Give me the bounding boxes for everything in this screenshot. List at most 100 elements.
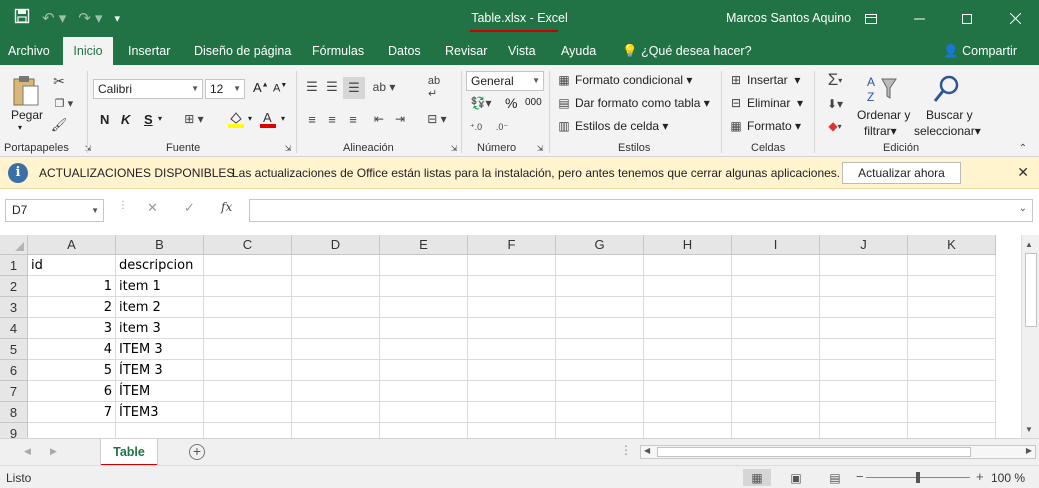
cell-I3[interactable]	[732, 297, 820, 318]
cell-E2[interactable]	[380, 276, 468, 297]
cell-J3[interactable]	[820, 297, 908, 318]
format-painter-icon[interactable]: 🖌	[50, 116, 68, 134]
align-left-icon[interactable]: ≡	[302, 110, 322, 128]
cell-A8[interactable]: 7	[28, 402, 116, 423]
cell-F6[interactable]	[468, 360, 556, 381]
cell-E6[interactable]	[380, 360, 468, 381]
wrap-text-icon[interactable]: ab ↵	[423, 75, 445, 100]
merge-center-icon[interactable]: ⊟ ▾	[422, 110, 452, 128]
cell-C4[interactable]	[204, 318, 292, 339]
cell-G4[interactable]	[556, 318, 644, 339]
cell-G8[interactable]	[556, 402, 644, 423]
add-sheet-icon[interactable]: +	[189, 444, 205, 460]
number-format-combo[interactable]: General ▼	[466, 71, 544, 91]
cell-D7[interactable]	[292, 381, 380, 402]
cell-E5[interactable]	[380, 339, 468, 360]
cell-E9[interactable]	[380, 423, 468, 438]
cell-I1[interactable]	[732, 255, 820, 276]
scroll-up-icon[interactable]: ▲	[1025, 240, 1033, 249]
find-select-icon[interactable]	[930, 71, 964, 107]
format-cells-button[interactable]: Formato ▾	[747, 119, 801, 133]
column-header[interactable]: E	[380, 235, 468, 255]
cell-B2[interactable]: item 1	[116, 276, 204, 297]
cell-J9[interactable]	[820, 423, 908, 438]
cell-D3[interactable]	[292, 297, 380, 318]
bold-button[interactable]: N	[100, 112, 109, 127]
cell-E4[interactable]	[380, 318, 468, 339]
share-button[interactable]: 👤 Compartir	[943, 37, 1017, 65]
confirm-entry-icon[interactable]: ✓	[184, 200, 195, 216]
cell-I8[interactable]	[732, 402, 820, 423]
name-box[interactable]: D7 ▼	[5, 199, 104, 222]
page-break-view-icon[interactable]: ▤	[821, 469, 849, 486]
column-header[interactable]: D	[292, 235, 380, 255]
cell-F3[interactable]	[468, 297, 556, 318]
borders-icon[interactable]: ⊞ ▾	[180, 110, 208, 128]
thousands-button[interactable]: 000	[525, 97, 542, 108]
tab-ayuda[interactable]: Ayuda	[553, 37, 604, 65]
decrease-decimal-icon[interactable]: .0⁻	[492, 117, 512, 137]
cell-K7[interactable]	[908, 381, 996, 402]
align-top-icon[interactable]: ☰	[302, 78, 322, 96]
font-launcher-icon[interactable]: ⇲	[283, 143, 293, 153]
infobar-close-icon[interactable]: ✕	[1017, 164, 1029, 181]
scroll-left-icon[interactable]: ◀	[644, 446, 650, 455]
cell-K5[interactable]	[908, 339, 996, 360]
cell-F9[interactable]	[468, 423, 556, 438]
row-header[interactable]: 5	[0, 339, 28, 360]
page-layout-view-icon[interactable]: ▣	[782, 469, 810, 486]
row-header[interactable]: 8	[0, 402, 28, 423]
cell-C3[interactable]	[204, 297, 292, 318]
insert-function-icon[interactable]: fx	[221, 200, 232, 214]
cell-D9[interactable]	[292, 423, 380, 438]
cell-F5[interactable]	[468, 339, 556, 360]
tab-datos[interactable]: Datos	[380, 37, 429, 65]
paste-dropdown-icon[interactable]: ▾	[18, 123, 22, 132]
formula-input[interactable]: ⌄	[249, 199, 1033, 222]
percent-button[interactable]: %	[505, 95, 517, 111]
cell-J6[interactable]	[820, 360, 908, 381]
user-name[interactable]: Marcos Santos Aquino	[726, 11, 851, 25]
cell-H1[interactable]	[644, 255, 732, 276]
row-header[interactable]: 1	[0, 255, 28, 276]
cell-I6[interactable]	[732, 360, 820, 381]
underline-dropdown-icon[interactable]: ▾	[158, 114, 162, 123]
decrease-font-icon[interactable]: A▼	[273, 82, 287, 95]
normal-view-icon[interactable]: ▦	[743, 469, 771, 486]
cell-A6[interactable]: 5	[28, 360, 116, 381]
cell-C6[interactable]	[204, 360, 292, 381]
font-color-icon[interactable]: A	[258, 109, 278, 129]
cell-H7[interactable]	[644, 381, 732, 402]
alignment-launcher-icon[interactable]: ⇲	[449, 143, 459, 153]
cell-B1[interactable]: descripcion	[116, 255, 204, 276]
column-header[interactable]: I	[732, 235, 820, 255]
decrease-indent-icon[interactable]: ⇤	[369, 110, 389, 128]
cell-J4[interactable]	[820, 318, 908, 339]
paste-label[interactable]: Pegar	[11, 108, 43, 122]
cell-G6[interactable]	[556, 360, 644, 381]
cell-G7[interactable]	[556, 381, 644, 402]
column-header[interactable]: J	[820, 235, 908, 255]
cell-G5[interactable]	[556, 339, 644, 360]
vertical-scroll-thumb[interactable]	[1025, 253, 1037, 327]
insert-cells-button[interactable]: Insertar ▾	[747, 73, 800, 87]
cell-C2[interactable]	[204, 276, 292, 297]
maximize-icon[interactable]	[943, 0, 991, 37]
cell-E8[interactable]	[380, 402, 468, 423]
underline-button[interactable]: S	[144, 112, 153, 127]
cell-K2[interactable]	[908, 276, 996, 297]
horizontal-scroll-thumb[interactable]	[657, 447, 971, 457]
cell-A3[interactable]: 2	[28, 297, 116, 318]
tab-revisar[interactable]: Revisar	[437, 37, 495, 65]
cell-H6[interactable]	[644, 360, 732, 381]
name-box-dropdown-icon[interactable]: ▼	[91, 200, 99, 221]
cell-K6[interactable]	[908, 360, 996, 381]
cell-F2[interactable]	[468, 276, 556, 297]
column-header[interactable]: A	[28, 235, 116, 255]
cell-D2[interactable]	[292, 276, 380, 297]
delete-cells-button[interactable]: Eliminar ▾	[747, 96, 803, 110]
cell-G1[interactable]	[556, 255, 644, 276]
cell-I7[interactable]	[732, 381, 820, 402]
cell-D8[interactable]	[292, 402, 380, 423]
update-now-button[interactable]: Actualizar ahora	[842, 162, 961, 184]
